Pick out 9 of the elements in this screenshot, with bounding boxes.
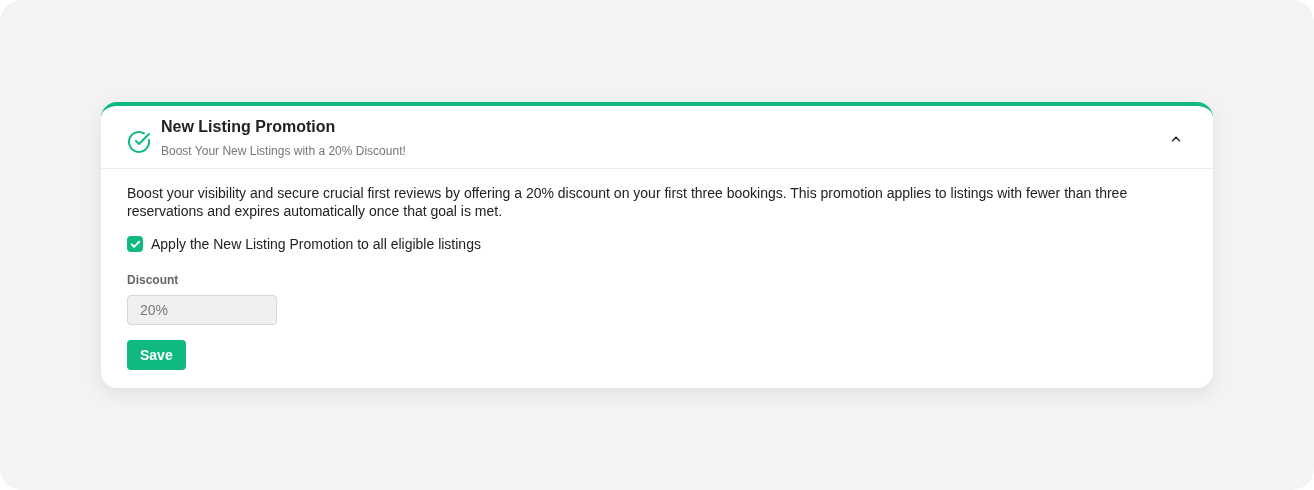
promotion-description: Boost your visibility and secure crucial first reviews by offering a 20% discount on your first three bookings. This promotion applies to listings with fewer than three reservations and expires automatically once that goal is met.: [127, 184, 1129, 220]
check-circle-icon: [127, 130, 151, 154]
save-button[interactable]: Save: [127, 340, 186, 370]
checkbox-label: Apply the New Listing Promotion to all eligible listings: [151, 236, 481, 252]
card-title: New Listing Promotion: [161, 118, 337, 136]
checkmark-icon: [129, 238, 141, 250]
card-subtitle: Boost Your New Listings with a 20% Discount!: [161, 144, 407, 158]
apply-checkbox[interactable]: [127, 236, 143, 252]
field-label: Discount: [127, 273, 180, 287]
